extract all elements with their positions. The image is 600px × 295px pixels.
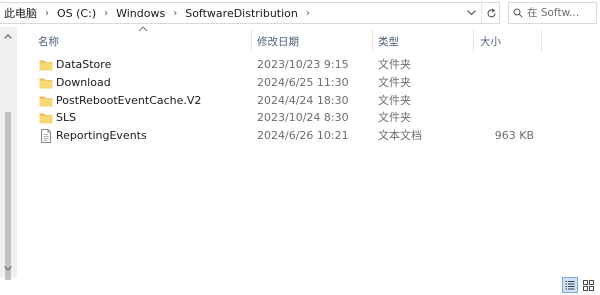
file-type: 文本文档 xyxy=(378,129,422,142)
chevron-right-icon[interactable]: › xyxy=(96,8,116,19)
breadcrumb-windows[interactable]: Windows xyxy=(116,7,165,20)
file-name: PostRebootEventCache.V2 xyxy=(56,94,202,107)
chevron-down-icon xyxy=(466,10,476,16)
file-row-reportingevents[interactable]: ReportingEvents 2024/6/26 10:21 文本文档 963… xyxy=(32,127,552,145)
breadcrumb-os-drive[interactable]: OS (C:) xyxy=(57,7,96,20)
column-header-name-label: 名称 xyxy=(38,35,59,48)
folder-icon xyxy=(39,113,53,124)
file-date-modified: 2024/6/25 11:30 xyxy=(257,76,349,89)
folder-icon xyxy=(39,96,53,107)
file-type: 文件夹 xyxy=(378,111,411,124)
file-name: Download xyxy=(56,76,111,89)
file-type: 文件夹 xyxy=(378,58,411,71)
file-date-modified: 2024/6/26 10:21 xyxy=(257,129,349,142)
file-date-modified: 2024/4/24 18:30 xyxy=(257,94,349,107)
file-row-postrebooteventcache[interactable]: PostRebootEventCache.V2 2024/4/24 18:30 … xyxy=(32,92,552,110)
text-document-icon xyxy=(41,129,51,143)
file-explorer-window: 此电脑 › OS (C:) › Windows › SoftwareDistri… xyxy=(0,0,600,295)
pane-divider[interactable] xyxy=(16,27,17,277)
column-header-date-modified-label: 修改日期 xyxy=(257,35,299,48)
large-icons-view-button[interactable] xyxy=(580,277,596,293)
column-header-type-label: 类型 xyxy=(378,35,399,48)
file-size xyxy=(464,74,534,92)
folder-icon xyxy=(39,60,53,71)
column-header-size[interactable]: 大小 xyxy=(480,30,540,52)
file-date-modified: 2023/10/24 8:30 xyxy=(257,111,349,124)
scroll-down-arrow-icon[interactable] xyxy=(0,261,16,275)
column-separator[interactable] xyxy=(473,30,474,52)
column-separator[interactable] xyxy=(372,30,373,52)
file-row-download[interactable]: Download 2024/6/25 11:30 文件夹 xyxy=(32,74,552,92)
chevron-right-icon[interactable]: › xyxy=(37,8,57,19)
address-bar[interactable]: 此电脑 › OS (C:) › Windows › SoftwareDistri… xyxy=(0,2,500,24)
column-separator[interactable] xyxy=(541,30,542,52)
search-input[interactable] xyxy=(527,7,593,19)
details-view-icon xyxy=(565,281,575,290)
column-header-size-label: 大小 xyxy=(480,35,501,48)
file-type: 文件夹 xyxy=(378,94,411,107)
breadcrumb-softwaredistribution[interactable]: SoftwareDistribution xyxy=(185,7,298,20)
file-size xyxy=(464,56,534,74)
search-icon xyxy=(509,3,527,23)
file-name: DataStore xyxy=(56,58,112,71)
file-name: ReportingEvents xyxy=(56,129,147,142)
folder-icon xyxy=(39,78,53,89)
chevron-right-icon[interactable]: › xyxy=(298,8,318,19)
column-separator[interactable] xyxy=(251,30,252,52)
file-size xyxy=(464,92,534,110)
navigation-pane-scrollbar[interactable] xyxy=(0,27,16,280)
refresh-button[interactable] xyxy=(481,3,500,23)
breadcrumb-this-pc[interactable]: 此电脑 xyxy=(4,5,37,21)
scrollbar-thumb[interactable] xyxy=(5,112,11,280)
address-history-dropdown[interactable] xyxy=(462,3,480,23)
breadcrumb: 此电脑 › OS (C:) › Windows › SoftwareDistri… xyxy=(4,3,318,23)
file-size: 963 KB xyxy=(494,129,534,142)
column-header-type[interactable]: 类型 xyxy=(378,30,472,52)
details-view-button[interactable] xyxy=(562,277,578,293)
refresh-icon xyxy=(487,7,495,17)
large-icons-view-icon xyxy=(582,279,594,291)
scroll-up-arrow-icon[interactable] xyxy=(0,29,16,43)
file-row-datastore[interactable]: DataStore 2023/10/23 9:15 文件夹 xyxy=(32,56,552,74)
file-size xyxy=(464,109,534,127)
file-type: 文件夹 xyxy=(378,76,411,89)
file-row-sls[interactable]: SLS 2023/10/24 8:30 文件夹 xyxy=(32,109,552,127)
chevron-right-icon[interactable]: › xyxy=(165,8,185,19)
column-header-name[interactable]: 名称 xyxy=(38,30,250,52)
file-name: SLS xyxy=(56,111,77,124)
column-header-date-modified[interactable]: 修改日期 xyxy=(257,30,371,52)
search-box[interactable] xyxy=(508,2,597,24)
file-date-modified: 2023/10/23 9:15 xyxy=(257,58,349,71)
address-row: 此电脑 › OS (C:) › Windows › SoftwareDistri… xyxy=(0,0,600,27)
